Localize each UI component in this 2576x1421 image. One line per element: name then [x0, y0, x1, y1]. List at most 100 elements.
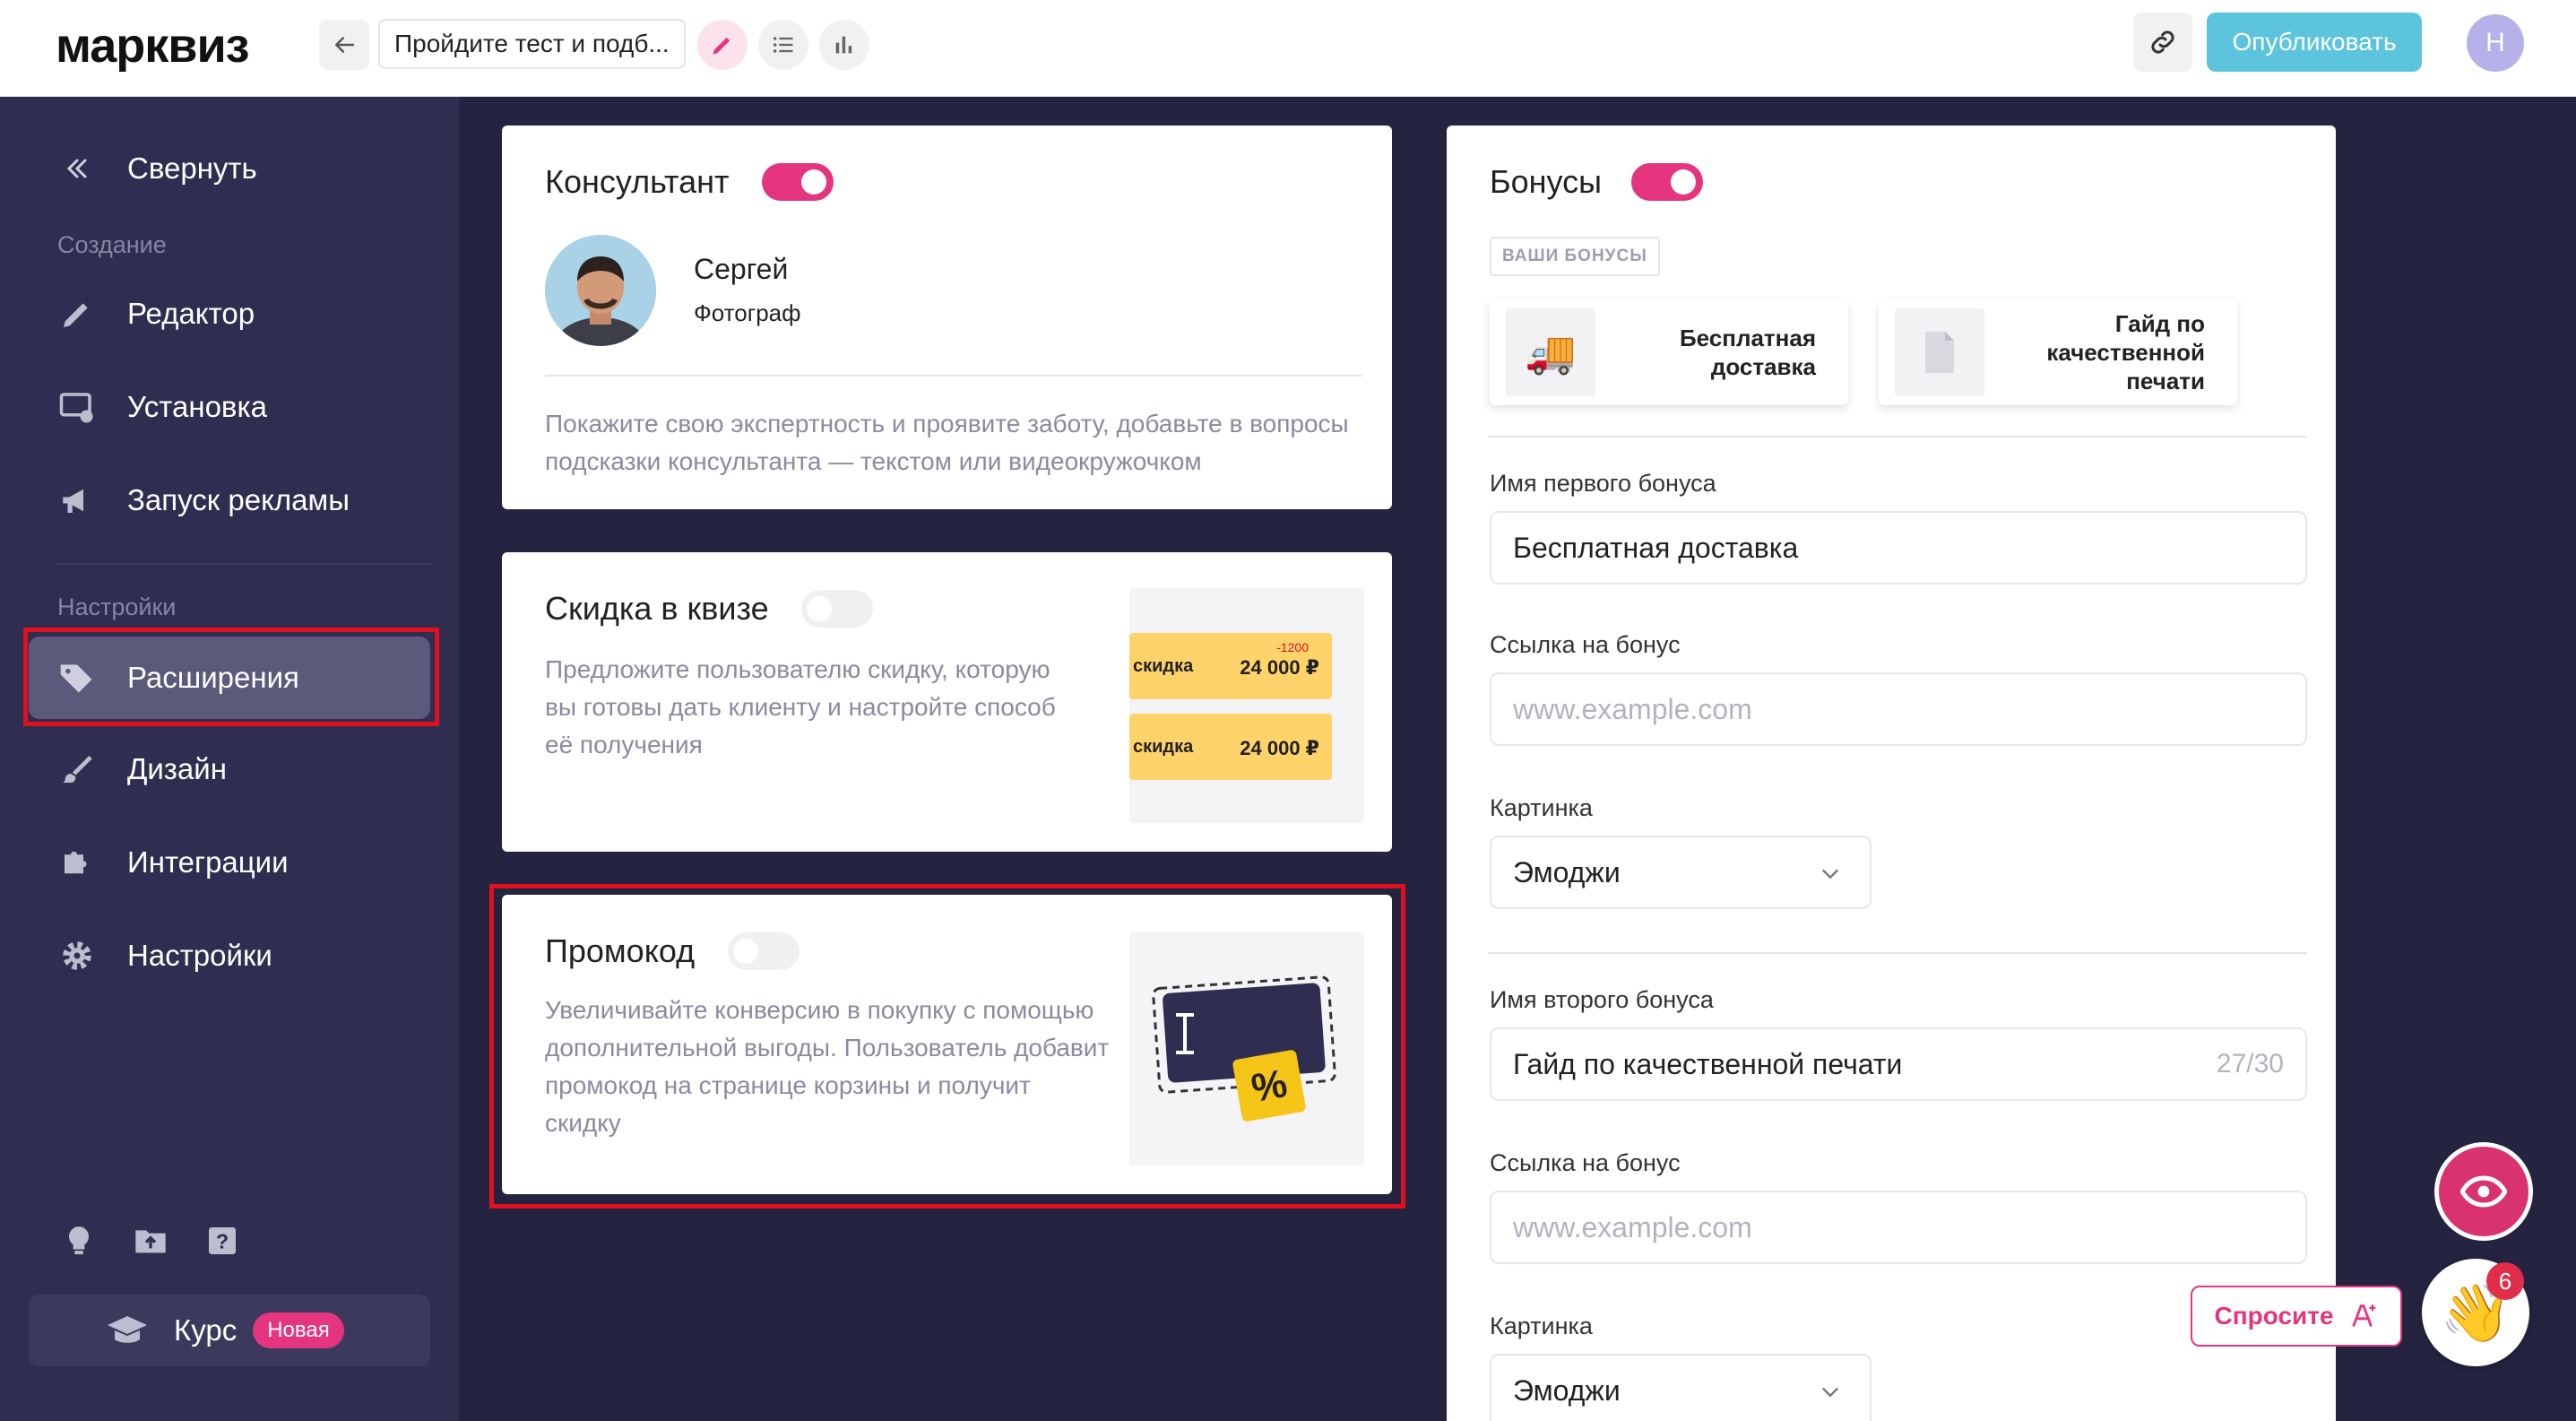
pencil-icon: [713, 37, 730, 55]
first-bonus-image-label: Картинка: [1490, 794, 1593, 821]
section-create-heading: Создание: [57, 231, 167, 258]
sidebar-item-label: Установка: [127, 390, 267, 423]
brush-icon: [56, 748, 99, 791]
second-bonus-name-label: Имя второго бонуса: [1490, 986, 1714, 1013]
bonus-card-name: Гайд по качественной печати: [2046, 310, 2205, 394]
sidebar-divider: [56, 563, 432, 565]
first-bonus-link-input[interactable]: www.example.com: [1490, 672, 2307, 746]
second-bonus-name-input[interactable]: Гайд по качественной печати 27/30: [1490, 1027, 2307, 1101]
lightbulb-icon[interactable]: [59, 1221, 99, 1261]
discount-title: Скидка в квизе: [545, 590, 769, 627]
select-value: Эмоджи: [1513, 1374, 1621, 1407]
publish-button[interactable]: Опубликовать: [2207, 13, 2422, 72]
bonus-card[interactable]: Гайд по качественной печати: [1879, 299, 2237, 405]
select-value: Эмоджи: [1513, 856, 1621, 888]
sidebar-item-install[interactable]: Установка: [29, 366, 430, 448]
puzzle-plus-icon: [56, 841, 99, 884]
highlight-extensions: [23, 628, 439, 726]
bonuses-divider: [1488, 952, 2307, 954]
user-avatar[interactable]: Н: [2467, 14, 2524, 72]
list-icon: [773, 37, 793, 53]
bonuses-divider: [1488, 436, 2307, 438]
your-bonuses-label: ВАШИ БОНУСЫ: [1490, 237, 1660, 276]
sidebar-item-editor[interactable]: Редактор: [29, 273, 430, 355]
discount-preview-price: 24 000 ₽: [1240, 656, 1319, 679]
discount-preview-label: скидка: [1133, 656, 1194, 676]
second-bonus-image-label: Картинка: [1490, 1313, 1593, 1339]
first-bonus-image-select[interactable]: Эмоджи: [1490, 836, 1871, 909]
ai-sparkle-icon: [2351, 1304, 2375, 1327]
sidebar-item-integrations[interactable]: Интеграции: [29, 821, 430, 904]
consultant-name: Сергей: [694, 253, 789, 285]
second-bonus-link-label: Ссылка на бонус: [1490, 1149, 1681, 1176]
sidebar-item-label: Интеграции: [127, 845, 289, 879]
chevron-down-icon: [1822, 1387, 1838, 1398]
help-question-icon[interactable]: ?: [203, 1221, 242, 1261]
input-value: Гайд по качественной печати: [1513, 1048, 1903, 1080]
edit-mode-button[interactable]: [697, 20, 748, 70]
statistics-button[interactable]: [819, 20, 869, 70]
top-bar: марквиз Пройдите тест и подб... Опублико…: [0, 0, 2576, 97]
discount-preview-row: скидка 24 000 ₽: [1129, 714, 1332, 780]
bonus-card[interactable]: 🚚 Бесплатная доставка: [1490, 299, 1848, 405]
document-emoji-icon: [1895, 308, 1984, 396]
sidebar-item-settings[interactable]: Настройки: [29, 914, 430, 997]
collapse-sidebar-button[interactable]: Свернуть: [29, 127, 430, 210]
sidebar-item-ads[interactable]: Запуск рекламы: [29, 459, 430, 542]
bonus-card-name: Бесплатная доставка: [1679, 325, 1816, 380]
discount-preview-price: 24 000 ₽: [1240, 737, 1319, 759]
first-bonus-name-input[interactable]: Бесплатная доставка: [1490, 511, 2307, 585]
char-counter: 27/30: [2216, 1049, 2284, 1079]
bonuses-title: Бонусы: [1490, 163, 1602, 200]
preview-button[interactable]: [2434, 1142, 2533, 1241]
promo-percent: %: [1249, 1061, 1291, 1111]
app-logo[interactable]: марквиз: [56, 18, 250, 74]
back-button[interactable]: [319, 20, 369, 70]
questions-list-button[interactable]: [758, 20, 808, 70]
sidebar-item-label: Запуск рекламы: [127, 483, 350, 516]
quiz-title-field[interactable]: Пройдите тест и подб...: [378, 19, 686, 69]
discount-preview-delta: -1200: [1276, 640, 1309, 654]
sidebar-item-design[interactable]: Дизайн: [29, 728, 430, 810]
consultant-avatar: [545, 235, 656, 346]
consultant-role: Фотограф: [694, 299, 801, 326]
discount-preview-label: скидка: [1133, 737, 1194, 757]
ask-ai-button[interactable]: Спросите: [2191, 1286, 2402, 1347]
double-chevron-left-icon: [56, 147, 99, 190]
truck-emoji-icon: 🚚: [1506, 308, 1595, 396]
discount-description: Предложите пользователю скидку, которую …: [545, 655, 1056, 758]
pencil-icon: [56, 292, 99, 335]
chevron-down-icon: [1822, 869, 1838, 879]
megaphone-icon: [56, 479, 99, 522]
second-bonus-image-select[interactable]: Эмоджи: [1490, 1354, 1871, 1421]
svg-text:?: ?: [216, 1229, 229, 1252]
promo-toggle[interactable]: [728, 932, 800, 970]
discount-toggle[interactable]: [801, 590, 873, 628]
link-icon: [2151, 30, 2174, 54]
promo-title: Промокод: [545, 932, 696, 969]
section-settings-heading: Настройки: [57, 594, 177, 620]
discount-preview-row: скидка 24 000 ₽ -1200: [1129, 633, 1332, 699]
monitor-gear-icon: [56, 386, 99, 429]
consultant-toggle[interactable]: [762, 163, 834, 201]
gear-icon: [56, 934, 99, 977]
second-bonus-link-input[interactable]: www.example.com: [1490, 1191, 2307, 1264]
folder-upload-icon[interactable]: [131, 1221, 170, 1261]
coupon-icon: %: [1152, 975, 1336, 1122]
eye-icon: [2460, 1175, 2507, 1208]
first-bonus-name-label: Имя первого бонуса: [1490, 470, 1716, 497]
ask-label: Спросите: [2214, 1302, 2334, 1330]
first-bonus-link-label: Ссылка на бонус: [1490, 631, 1681, 658]
bonuses-toggle[interactable]: [1631, 163, 1703, 201]
new-badge: Новая: [253, 1313, 344, 1348]
graduation-cap-icon: [106, 1313, 149, 1348]
promo-description: Увеличивайте конверсию в покупку с помощ…: [545, 996, 1110, 1137]
course-button[interactable]: Курс Новая: [29, 1295, 430, 1366]
sidebar-item-label: Настройки: [127, 939, 272, 972]
notification-badge: 6: [2486, 1262, 2524, 1300]
share-link-button[interactable]: [2133, 13, 2192, 72]
promo-preview: %: [1129, 932, 1364, 1165]
collapse-label: Свернуть: [127, 152, 257, 185]
consultant-title: Консультант: [545, 163, 730, 200]
arrow-left-icon: [335, 37, 355, 53]
